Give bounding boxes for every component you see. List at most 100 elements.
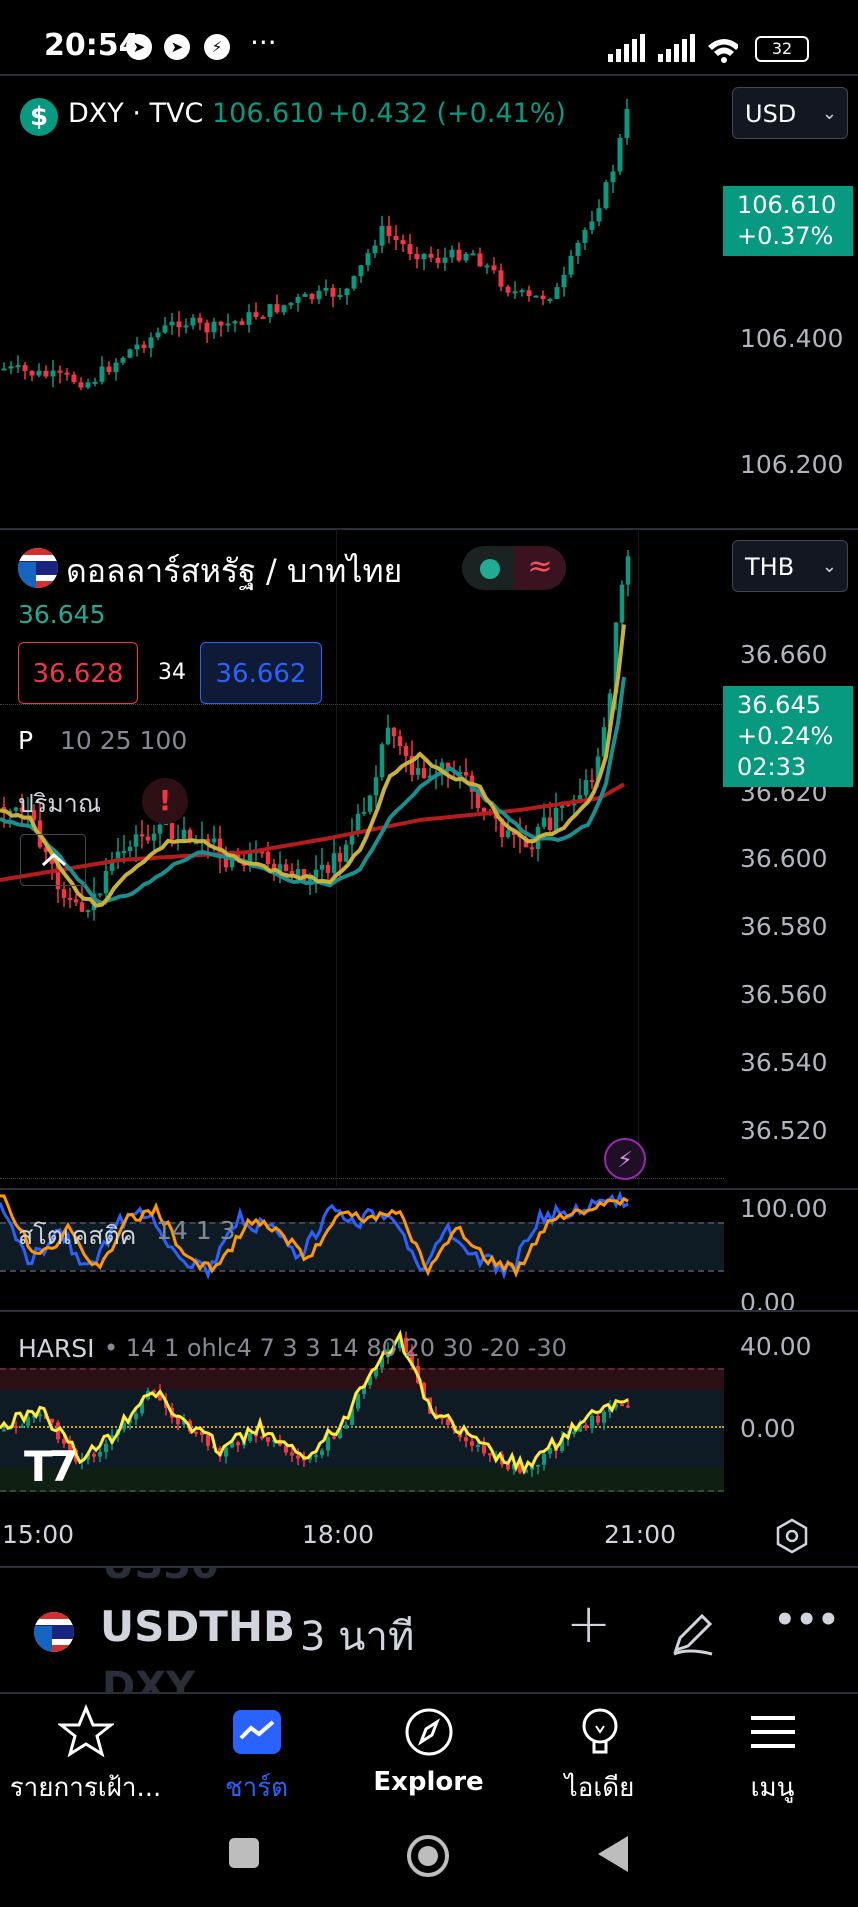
- stoch-params: 14 1 3: [156, 1216, 236, 1245]
- dxy-candle: [526, 290, 532, 297]
- volume-label[interactable]: ปริมาณ: [18, 784, 101, 824]
- harsi-candle: [314, 1454, 318, 1457]
- home-icon[interactable]: [404, 1832, 452, 1880]
- harsi-candle: [14, 1426, 18, 1429]
- status-bar: 20:54 ➤ ➤ ⚡ ··· 32: [0, 0, 858, 72]
- dxy-candle: [379, 226, 385, 246]
- dxy-tag-price: 106.610: [737, 191, 837, 219]
- symbol-bar[interactable]: US30 DXY USDTHB 3 นาที + •••: [0, 1568, 858, 1692]
- harsi-pane[interactable]: HARSI • 14 1 ohlc4 7 3 3 14 80 20 30 -20…: [0, 1312, 858, 1502]
- interval-selector[interactable]: 3 นาที: [300, 1604, 414, 1668]
- nav-watchlist[interactable]: รายการเฝ้า...: [0, 1704, 171, 1808]
- price-candle: [103, 871, 109, 894]
- dxy-candle: [302, 293, 308, 297]
- more-notifications-icon: ···: [250, 26, 277, 59]
- chart-icon: [232, 1710, 281, 1754]
- pair-title[interactable]: ดอลลาร์สหรัฐ / บาทไทย: [66, 546, 402, 597]
- more-icon[interactable]: •••: [774, 1600, 839, 1640]
- dxy-candle: [512, 291, 518, 294]
- time-axis[interactable]: 15:00 18:00 21:00: [0, 1502, 858, 1566]
- symbol-name[interactable]: USDTHB: [100, 1602, 295, 1651]
- dxy-candle: [596, 208, 602, 222]
- usd-thb-flag-icon: [34, 1612, 74, 1652]
- harsi-candle: [506, 1464, 510, 1470]
- harsi-candle: [602, 1411, 606, 1423]
- price-candle: [331, 853, 337, 873]
- dxy-chart[interactable]: [0, 76, 720, 528]
- price-candle: [181, 829, 187, 839]
- dxy-candle: [113, 362, 119, 373]
- dxy-candle: [428, 253, 434, 258]
- harsi-candle: [176, 1417, 180, 1425]
- main-axis-label: 36.600: [740, 844, 828, 873]
- price-candle: [169, 823, 175, 840]
- dxy-currency-select[interactable]: USD ⌄: [732, 87, 848, 139]
- dxy-candle: [155, 332, 161, 338]
- dxy-last-price-tag: 106.610 +0.37%: [723, 186, 853, 256]
- harsi-label[interactable]: HARSI: [18, 1334, 95, 1363]
- harsi-candle: [464, 1437, 468, 1442]
- harsi-candle: [104, 1443, 108, 1452]
- dxy-candle: [134, 344, 140, 350]
- dxy-candle: [617, 137, 623, 172]
- harsi-axis-label: 40.00: [740, 1332, 812, 1361]
- stochastic-pane[interactable]: สโตเคสติค 14 1 3 100.00 0.00: [0, 1190, 858, 1317]
- back-icon[interactable]: [596, 1834, 632, 1874]
- settings-hexagon-icon[interactable]: [772, 1516, 812, 1556]
- approx-icon: ≈: [514, 546, 566, 590]
- main-chart-pane[interactable]: ดอลลาร์สหรัฐ / บาทไทย ≈ THB ⌄ 36.645 36.…: [0, 530, 858, 1188]
- price-candle: [151, 833, 157, 841]
- price-candle: [127, 846, 133, 852]
- dxy-pane[interactable]: $ DXY · TVC 106.610 +0.432 (+0.41%) USD …: [0, 76, 858, 528]
- dxy-candle: [554, 287, 560, 299]
- dxy-candle: [288, 302, 294, 306]
- harsi-candle: [38, 1414, 42, 1417]
- dxy-candle: [1, 368, 7, 371]
- dxy-candle: [253, 312, 259, 317]
- plus-icon[interactable]: +: [566, 1592, 611, 1655]
- nav-menu[interactable]: เมนู: [687, 1704, 858, 1808]
- lightning-icon[interactable]: ⚡: [604, 1138, 646, 1180]
- harsi-axis-label: 0.00: [740, 1414, 796, 1443]
- harsi-candle: [266, 1437, 270, 1442]
- nav-ideas[interactable]: ไอเดีย: [514, 1704, 685, 1808]
- buy-button[interactable]: 36.662: [200, 642, 322, 704]
- price-candle: [529, 847, 535, 850]
- price-candle: [463, 772, 469, 776]
- dxy-candle: [470, 253, 476, 256]
- price-candle: [421, 768, 427, 779]
- dxy-candle: [414, 254, 420, 260]
- indicator-label[interactable]: P: [18, 726, 33, 755]
- nav-chart[interactable]: ชาร์ต: [171, 1704, 342, 1808]
- recents-icon[interactable]: [229, 1838, 259, 1868]
- sell-button[interactable]: 36.628: [18, 642, 138, 704]
- collapse-legend-button[interactable]: [20, 834, 86, 886]
- error-icon[interactable]: !: [142, 778, 188, 824]
- market-status-pill[interactable]: ≈: [462, 546, 566, 590]
- nav-label: ชาร์ต: [224, 1773, 289, 1803]
- harsi-candle: [626, 1405, 630, 1408]
- dxy-candle: [260, 316, 266, 319]
- dxy-candle: [274, 304, 280, 313]
- main-chart[interactable]: [0, 530, 724, 1188]
- dxy-candle: [239, 321, 245, 325]
- price-candle: [589, 780, 595, 783]
- dxy-candle: [484, 265, 490, 268]
- market-open-icon: [480, 559, 500, 579]
- dxy-candle: [386, 226, 392, 236]
- main-axis-label: 36.540: [740, 1048, 828, 1077]
- harsi-candle: [206, 1434, 210, 1446]
- harsi-candle: [236, 1442, 240, 1446]
- bottom-nav[interactable]: รายการเฝ้า... ชาร์ต Explore ไอเดีย เมนู: [0, 1694, 858, 1814]
- harsi-candle: [92, 1453, 96, 1457]
- dxy-candle: [505, 286, 511, 293]
- main-currency-select[interactable]: THB ⌄: [732, 540, 848, 592]
- menu-icon: [750, 1716, 795, 1748]
- stoch-label[interactable]: สโตเคสติค: [18, 1216, 136, 1256]
- price-candle: [625, 556, 631, 585]
- nav-explore[interactable]: Explore: [343, 1704, 514, 1797]
- pencil-icon[interactable]: [668, 1608, 718, 1658]
- system-nav-bar[interactable]: [0, 1814, 858, 1907]
- time-axis-label: 18:00: [302, 1520, 375, 1549]
- price-candle: [265, 851, 271, 864]
